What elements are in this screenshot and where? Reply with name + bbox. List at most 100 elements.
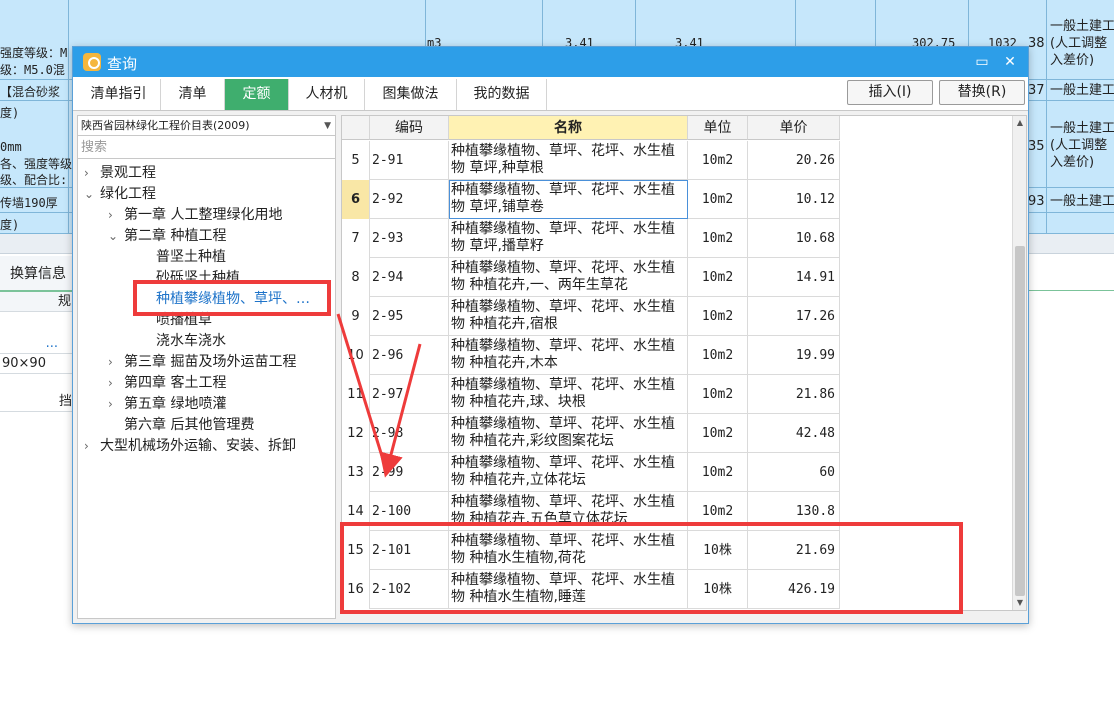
close-icon[interactable]: ✕ [999, 51, 1021, 73]
bg-text: 各、强度等级 [0, 157, 73, 171]
dialog-tabbar: 清单指引 清单 定额 人材机 图集做法 我的数据 插入(I) 替换(R) [73, 77, 1028, 111]
bg-rownum: 35 [1028, 139, 1045, 154]
insert-button[interactable]: 插入(I) [847, 80, 933, 105]
quota-name[interactable]: 种植攀缘植物、草坪、花坪、水生植物 种植花卉,木本 [449, 336, 688, 375]
row-number[interactable]: 12 [342, 414, 370, 453]
quota-code[interactable]: 2-98 [370, 414, 449, 453]
table-row[interactable]: 12 2-98 种植攀缘植物、草坪、花坪、水生植物 种植花卉,彩纹图案花坛 10m2 4… [342, 414, 840, 453]
col-header-price[interactable]: 单价 [748, 116, 840, 140]
scroll-up-icon[interactable]: ▲ [1013, 116, 1027, 130]
bg-right-cell: 一般土建工 [1050, 83, 1114, 98]
quota-price[interactable]: 10.68 [748, 219, 840, 258]
bg-lower-cell[interactable]: ... [0, 334, 72, 354]
table-row[interactable]: 9 2-95 种植攀缘植物、草坪、花坪、水生植物 种植花卉,宿根 10m2 17.26 [342, 297, 840, 336]
quota-name[interactable]: 种植攀缘植物、草坪、花坪、水生植物 草坪,播草籽 [449, 219, 688, 258]
row-number[interactable]: 8 [342, 258, 370, 297]
dialog-title: 查询 [107, 55, 138, 73]
library-select[interactable]: 陕西省园林绿化工程价目表(2009) ▼ [78, 116, 335, 136]
table-row[interactable]: 7 2-93 种植攀缘植物、草坪、花坪、水生植物 草坪,播草籽 10m2 10.68 [342, 219, 840, 258]
tree-node-chapter2[interactable]: ⌄ 第二章 种植工程 [108, 226, 226, 247]
tree-node-ordinary-soil[interactable]: 普坚土种植 [156, 247, 226, 268]
table-row[interactable]: 5 2-91 种植攀缘植物、草坪、花坪、水生植物 草坪,种草根 10m2 20.26 [342, 141, 840, 180]
quota-code[interactable]: 2-95 [370, 297, 449, 336]
quota-code[interactable]: 2-97 [370, 375, 449, 414]
tab-quota[interactable]: 定额 [225, 79, 289, 110]
quota-unit[interactable]: 10m2 [688, 414, 748, 453]
row-number[interactable]: 13 [342, 453, 370, 492]
row-number[interactable]: 10 [342, 336, 370, 375]
scroll-down-icon[interactable]: ▼ [1013, 596, 1027, 610]
tree-node-chapter1[interactable]: › 第一章 人工整理绿化用地 [108, 205, 282, 226]
quota-price[interactable]: 20.26 [748, 141, 840, 180]
chevron-right-icon: › [108, 397, 113, 411]
tab-my-data[interactable]: 我的数据 [457, 79, 547, 110]
tree-node-chapter6[interactable]: 第六章 后其他管理费 [108, 415, 254, 436]
tab-atlas-method[interactable]: 图集做法 [365, 79, 457, 110]
quota-unit[interactable]: 10m2 [688, 141, 748, 180]
quota-unit[interactable]: 10m2 [688, 453, 748, 492]
tree-node-machinery[interactable]: › 大型机械场外运输、安装、拆卸 [84, 436, 296, 457]
row-number[interactable]: 9 [342, 297, 370, 336]
quota-price[interactable]: 21.86 [748, 375, 840, 414]
row-number[interactable]: 11 [342, 375, 370, 414]
quota-name[interactable]: 种植攀缘植物、草坪、花坪、水生植物 种植花卉,彩纹图案花坛 [449, 414, 688, 453]
dialog-titlebar[interactable]: 查询 ▭ ✕ [73, 47, 1028, 77]
quota-name[interactable]: 种植攀缘植物、草坪、花坪、水生植物 种植花卉,立体花坛 [449, 453, 688, 492]
quota-unit[interactable]: 10m2 [688, 297, 748, 336]
search-input[interactable]: 搜索 [78, 137, 335, 159]
replace-button[interactable]: 替换(R) [939, 80, 1025, 105]
quota-price[interactable]: 14.91 [748, 258, 840, 297]
col-header-code[interactable]: 编码 [370, 116, 449, 140]
quota-unit[interactable]: 10m2 [688, 219, 748, 258]
quota-code[interactable]: 2-93 [370, 219, 449, 258]
quota-price[interactable]: 10.12 [748, 180, 840, 219]
quota-price[interactable]: 60 [748, 453, 840, 492]
quota-name[interactable]: 种植攀缘植物、草坪、花坪、水生植物 种植花卉,一、两年生草花 [449, 258, 688, 297]
quota-unit[interactable]: 10m2 [688, 375, 748, 414]
col-header-unit[interactable]: 单位 [688, 116, 748, 140]
table-row[interactable]: 6 2-92 种植攀缘植物、草坪、花坪、水生植物 草坪,铺草卷 10m2 10.12 [342, 180, 840, 219]
app-logo-icon [83, 53, 101, 71]
tab-labor-material[interactable]: 人材机 [289, 79, 365, 110]
tree-node-watering-truck[interactable]: 浇水车浇水 [156, 331, 226, 352]
quota-code[interactable]: 2-92 [370, 180, 449, 219]
bg-tab-conversion-info[interactable]: 换算信息 [0, 256, 80, 292]
quota-unit[interactable]: 10m2 [688, 336, 748, 375]
quota-code[interactable]: 2-94 [370, 258, 449, 297]
scroll-thumb[interactable] [1015, 246, 1025, 596]
bg-right-cell: 一般土建工 (人工调整 入差价) [1050, 19, 1114, 68]
tree-node-chapter5[interactable]: › 第五章 绿地喷灌 [108, 394, 226, 415]
grid-scrollbar[interactable]: ▲ ▼ [1012, 116, 1026, 610]
quota-price[interactable]: 42.48 [748, 414, 840, 453]
bg-rownum: 38 [1028, 36, 1045, 51]
table-row[interactable]: 8 2-94 种植攀缘植物、草坪、花坪、水生植物 种植花卉,一、两年生草花 10m2 1… [342, 258, 840, 297]
quota-name[interactable]: 种植攀缘植物、草坪、花坪、水生植物 种植花卉,宿根 [449, 297, 688, 336]
tree-node-landscape[interactable]: › 景观工程 [84, 163, 156, 184]
tab-bill-guide[interactable]: 清单指引 [77, 79, 161, 110]
row-number[interactable]: 5 [342, 141, 370, 180]
tree-node-chapter3[interactable]: › 第三章 掘苗及场外运苗工程 [108, 352, 296, 373]
col-header-name[interactable]: 名称 [449, 116, 688, 140]
quota-price[interactable]: 17.26 [748, 297, 840, 336]
quota-code[interactable]: 2-96 [370, 336, 449, 375]
table-row[interactable]: 13 2-99 种植攀缘植物、草坪、花坪、水生植物 种植花卉,立体花坛 10m2 60 [342, 453, 840, 492]
quota-name[interactable]: 种植攀缘植物、草坪、花坪、水生植物 种植花卉,球、块根 [449, 375, 688, 414]
tab-bill[interactable]: 清单 [161, 79, 225, 110]
maximize-icon[interactable]: ▭ [971, 51, 993, 73]
quota-price[interactable]: 19.99 [748, 336, 840, 375]
quota-unit[interactable]: 10m2 [688, 180, 748, 219]
row-number[interactable]: 7 [342, 219, 370, 258]
bg-text: 度) [0, 106, 20, 120]
quota-name[interactable]: 种植攀缘植物、草坪、花坪、水生植物 草坪,铺草卷 [449, 180, 688, 219]
chevron-right-icon: › [108, 208, 113, 222]
row-number[interactable]: 6 [342, 180, 370, 219]
tree-node-chapter4[interactable]: › 第四章 客土工程 [108, 373, 226, 394]
table-row[interactable]: 11 2-97 种植攀缘植物、草坪、花坪、水生植物 种植花卉,球、块根 10m2 21.… [342, 375, 840, 414]
bg-text: 度) [0, 218, 20, 232]
table-row[interactable]: 10 2-96 种植攀缘植物、草坪、花坪、水生植物 种植花卉,木本 10m2 19.99 [342, 336, 840, 375]
quota-unit[interactable]: 10m2 [688, 258, 748, 297]
tree-node-greening[interactable]: ⌄ 绿化工程 [84, 184, 156, 205]
quota-name[interactable]: 种植攀缘植物、草坪、花坪、水生植物 草坪,种草根 [449, 141, 688, 180]
quota-code[interactable]: 2-99 [370, 453, 449, 492]
quota-code[interactable]: 2-91 [370, 141, 449, 180]
